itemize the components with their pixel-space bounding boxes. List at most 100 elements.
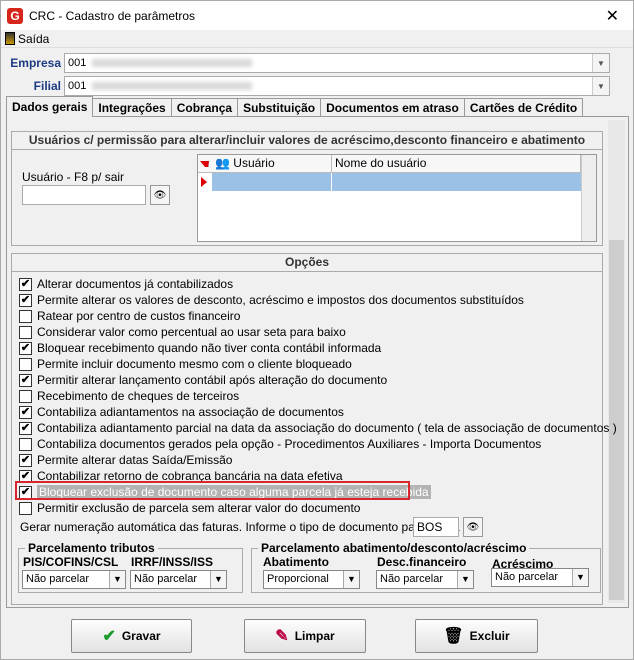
close-icon[interactable]: ✕ — [606, 6, 619, 26]
users-grid-header: 👥 Usuário Nome do usuário — [198, 155, 596, 173]
tab-dados-gerais[interactable]: Dados gerais — [6, 96, 94, 117]
option-label: Contabiliza documentos gerados pela opçã… — [37, 437, 542, 451]
checkbox[interactable] — [19, 389, 32, 403]
option-checkbox-row[interactable]: ✔ Bloquear recebimento quando não tiver c… — [19, 340, 381, 356]
users-group-icon: 👥 — [215, 156, 230, 170]
checkbox[interactable] — [19, 437, 32, 451]
tab-documentos-atraso[interactable]: Documentos em atraso — [320, 98, 465, 117]
checkbox[interactable]: ✔ — [19, 405, 32, 419]
opcoes-title: Opções — [12, 254, 602, 272]
tab-cobranca[interactable]: Cobrança — [170, 98, 239, 117]
tab-cartoes-credito[interactable]: Cartões de Crédito — [463, 98, 584, 117]
checkbox[interactable]: ✔ — [19, 293, 32, 307]
empresa-blurred-name — [92, 59, 253, 67]
grid-scrollbar[interactable] — [581, 155, 596, 241]
chevron-down-icon: ▼ — [343, 571, 359, 588]
cell-nome[interactable] — [332, 173, 581, 191]
option-label: Considerar valor como percentual ao usar… — [37, 325, 346, 339]
option-checkbox-row[interactable]: Considerar valor como percentual ao usar… — [19, 324, 346, 340]
chevron-down-icon[interactable]: ▼ — [592, 77, 609, 95]
option-checkbox-row[interactable]: Permitir exclusão de parcela sem alterar… — [19, 500, 360, 516]
checkbox[interactable] — [19, 501, 32, 515]
filial-value: 001 — [68, 80, 87, 92]
irrf-inss-select[interactable]: Não parcelar ▼ — [130, 570, 227, 589]
menu-bar: Saída — [1, 30, 633, 48]
highlight-box — [15, 481, 410, 500]
tipo-documento-input[interactable]: BOS — [413, 517, 459, 537]
acrescimo-select[interactable]: Não parcelar ▼ — [491, 568, 589, 587]
option-label: Contabiliza adiantamentos na associação … — [37, 405, 344, 419]
parcelamento-tributos-title: Parcelamento tributos — [25, 541, 158, 555]
chevron-down-icon: ▼ — [457, 571, 473, 588]
usuario-label: Usuário - F8 p/ sair — [22, 170, 125, 184]
option-checkbox-row[interactable]: Ratear por centro de custos financeiro — [19, 308, 240, 324]
menu-saida[interactable]: Saída — [18, 32, 49, 46]
empresa-value: 001 — [68, 57, 87, 69]
filial-label: Filial — [33, 79, 61, 93]
checkbox[interactable]: ✔ — [19, 373, 32, 387]
checkbox[interactable]: ✔ — [19, 277, 32, 291]
empresa-label: Empresa — [10, 56, 61, 70]
option-checkbox-row[interactable]: ✔ Permite alterar os valores de desconto,… — [19, 292, 524, 308]
tab-integracoes[interactable]: Integrações — [92, 98, 172, 117]
checkbox[interactable] — [19, 309, 32, 323]
pis-cofins-select[interactable]: Não parcelar ▼ — [22, 570, 126, 589]
binoculars-icon[interactable]: 👁 — [463, 517, 483, 537]
option-checkbox-row[interactable]: ✔ Permite alterar datas Saída/Emissão — [19, 452, 232, 468]
chevron-down-icon[interactable]: ▼ — [592, 54, 609, 72]
option-label: Permite incluir documento mesmo com o cl… — [37, 357, 352, 371]
gravar-button[interactable]: ✔ Gravar — [71, 619, 192, 653]
option-label: Permitir alterar lançamento contábil apó… — [37, 373, 388, 387]
filial-blurred-name — [92, 82, 253, 90]
col-nome-usuario[interactable]: Nome do usuário — [332, 155, 581, 172]
option-label: Ratear por centro de custos financeiro — [37, 309, 241, 323]
abatimento-label: Abatimento — [263, 555, 329, 569]
vertical-scrollbar[interactable] — [608, 120, 625, 603]
checkbox[interactable] — [19, 357, 32, 371]
table-row[interactable] — [198, 173, 596, 191]
checkmark-icon: ✔ — [102, 628, 116, 645]
option-label: Permite alterar os valores de desconto, … — [37, 293, 524, 307]
excluir-button[interactable]: 🗑 Excluir — [415, 619, 538, 653]
option-label: Alterar documentos já contabilizados — [37, 277, 234, 291]
title-bar: G CRC - Cadastro de parâmetros ✕ — [1, 1, 633, 30]
broom-icon: ✎ — [275, 628, 289, 645]
filial-select[interactable]: 001 ▼ — [64, 76, 610, 96]
abatimento-select[interactable]: Proporcional ▼ — [263, 570, 360, 589]
tab-substituicao[interactable]: Substituição — [237, 98, 322, 117]
option-checkbox-row[interactable]: Recebimento de cheques de terceiros — [19, 388, 239, 404]
option-checkbox-row[interactable]: ✔ Alterar documentos já contabilizados — [19, 276, 233, 292]
option-label: Bloquear recebimento quando não tiver co… — [37, 341, 382, 355]
option-checkbox-row[interactable]: Contabiliza documentos gerados pela opçã… — [19, 436, 541, 452]
window-title: CRC - Cadastro de parâmetros — [29, 8, 196, 23]
irrf-inss-label: IRRF/INSS/ISS — [131, 555, 214, 569]
desc-financeiro-select[interactable]: Não parcelar ▼ — [376, 570, 474, 589]
checkbox[interactable]: ✔ — [19, 421, 32, 435]
option-label: Recebimento de cheques de terceiros — [37, 389, 240, 403]
desc-financeiro-label: Desc.financeiro — [377, 555, 467, 569]
option-label: Contabiliza adiantamento parcial na data… — [37, 421, 617, 435]
limpar-button[interactable]: ✎ Limpar — [244, 619, 366, 653]
trash-icon: 🗑 — [443, 628, 464, 645]
col-usuario[interactable]: 👥 Usuário — [212, 155, 332, 172]
checkbox[interactable]: ✔ — [19, 453, 32, 467]
usuario-input[interactable] — [22, 185, 146, 205]
row-indicator-icon — [198, 173, 212, 191]
filial-row: Filial 001 ▼ — [1, 76, 634, 96]
option-checkbox-row[interactable]: ✔ Permitir alterar lançamento contábil ap… — [19, 372, 387, 388]
option-checkbox-row[interactable]: Permite incluir documento mesmo com o cl… — [19, 356, 352, 372]
tab-panel-dados-gerais: Usuários c/ permissão para alterar/inclu… — [6, 116, 629, 608]
users-grid: 👥 Usuário Nome do usuário — [197, 154, 597, 242]
option-checkbox-row[interactable]: ✔ Contabiliza adiantamento parcial na dat… — [19, 420, 617, 436]
checkbox[interactable]: ✔ — [19, 341, 32, 355]
sort-indicator-icon — [198, 155, 212, 172]
option-checkbox-row[interactable]: ✔ Contabiliza adiantamentos na associação… — [19, 404, 344, 420]
parcelamento-abatimento-title: Parcelamento abatimento/desconto/acrésci… — [258, 541, 530, 555]
empresa-select[interactable]: 001 ▼ — [64, 53, 610, 73]
empresa-row: Empresa 001 ▼ — [1, 53, 634, 73]
users-section-title: Usuários c/ permissão para alterar/inclu… — [12, 132, 602, 150]
binoculars-icon[interactable]: 👁 — [150, 185, 170, 205]
checkbox[interactable] — [19, 325, 32, 339]
chevron-down-icon: ▼ — [109, 571, 125, 588]
cell-usuario[interactable] — [212, 173, 332, 191]
